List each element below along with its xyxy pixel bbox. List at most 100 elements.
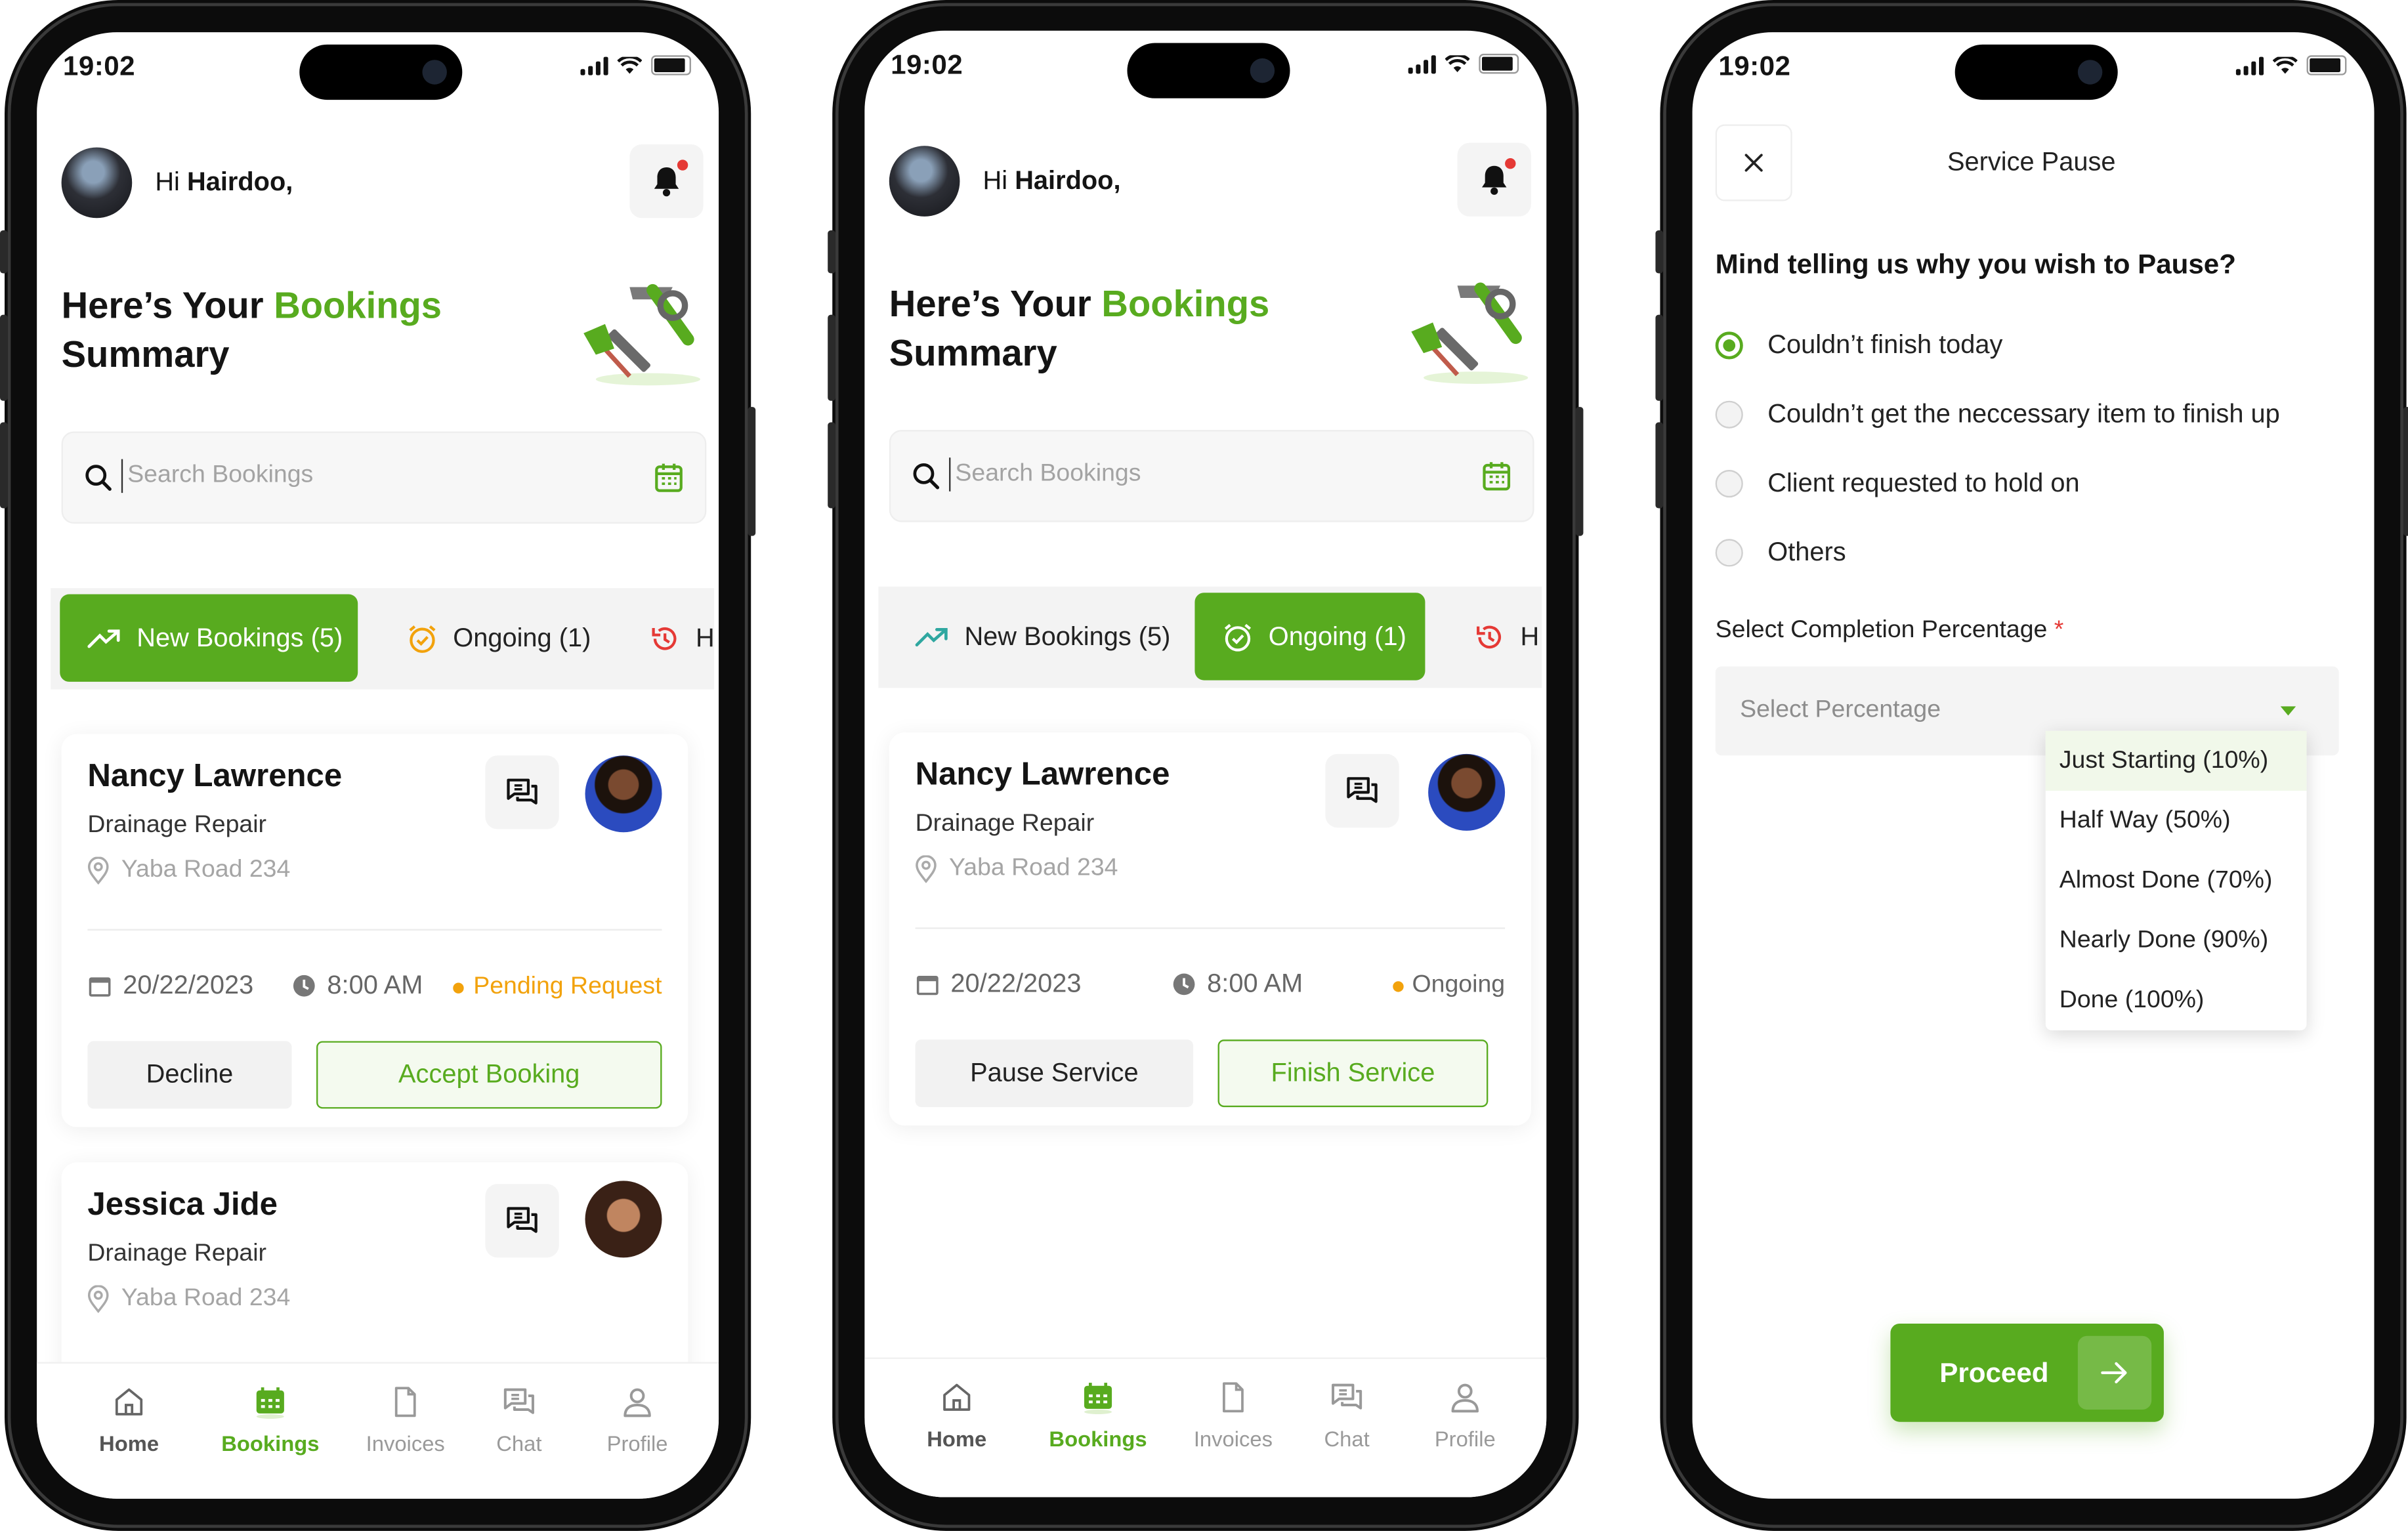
booking-card[interactable]: Nancy Lawrence Drainage Repair Yaba Road… <box>889 732 1531 1126</box>
bottom-nav: Home Bookings Invoices Chat Profile <box>864 1357 1547 1498</box>
reason-option[interactable]: Others <box>1715 537 1846 568</box>
screen-new-bookings: 19:02 Hi Hairdoo, Here’s Your Bookings Su… <box>37 32 719 1499</box>
search-input[interactable]: Search Bookings <box>127 462 313 490</box>
proceed-button[interactable]: Proceed <box>1890 1323 2164 1422</box>
tab-history[interactable]: H <box>622 595 714 682</box>
tab-new-bookings[interactable]: New Bookings (5) <box>60 594 358 682</box>
calendar-icon[interactable] <box>654 462 683 493</box>
accept-booking-button[interactable]: Accept Booking <box>316 1041 662 1109</box>
mockup-stage: 19:02 Hi Hairdoo, Here’s Your Bookings Su… <box>0 0 2408 1531</box>
radio-checked[interactable] <box>1715 331 1743 360</box>
notification-button[interactable] <box>629 144 704 219</box>
status-icons <box>580 55 691 75</box>
close-icon <box>1744 154 1763 172</box>
user-icon <box>623 1388 651 1417</box>
status-icons <box>1408 53 1519 74</box>
booking-date: 20/22/2023 <box>87 971 253 1001</box>
chat-icon <box>1347 777 1378 803</box>
wifi-icon <box>1445 54 1470 72</box>
finish-service-button[interactable]: Finish Service <box>1217 1039 1489 1108</box>
reason-option[interactable]: Couldn’t finish today <box>1715 330 2002 361</box>
nav-invoices[interactable]: Invoices <box>1175 1381 1292 1451</box>
tab-history[interactable]: H <box>1447 593 1542 680</box>
search-input[interactable]: Search Bookings <box>955 461 1141 488</box>
location-pin-icon <box>916 855 937 883</box>
signal-icon <box>1408 54 1436 73</box>
radio-unchecked[interactable] <box>1715 539 1743 567</box>
greeting: Hi Hairdoo, <box>155 167 293 197</box>
history-icon <box>1477 625 1502 648</box>
avatar[interactable] <box>889 146 960 217</box>
pause-service-button[interactable]: Pause Service <box>915 1039 1194 1108</box>
greeting: Hi Hairdoo, <box>982 165 1121 196</box>
chat-icon <box>503 1388 534 1414</box>
nav-bookings[interactable]: Bookings <box>1040 1381 1156 1451</box>
chat-button[interactable] <box>485 1184 559 1258</box>
reason-option[interactable]: Couldn’t get the neccessary item to fini… <box>1715 399 2280 430</box>
battery-icon <box>1479 53 1519 74</box>
client-avatar <box>1428 753 1506 831</box>
dropdown-option[interactable]: Half Way (50%) <box>2046 791 2307 850</box>
calendar-icon <box>256 1387 284 1419</box>
nav-profile[interactable]: Profile <box>1406 1381 1523 1451</box>
chat-button[interactable] <box>1325 753 1399 828</box>
pause-question: Mind telling us why you wish to Pause? <box>1715 249 2236 280</box>
booking-date: 20/22/2023 <box>916 969 1082 999</box>
notification-dot <box>677 159 688 171</box>
divider <box>915 927 1506 929</box>
nav-home[interactable]: Home <box>898 1381 1015 1451</box>
reason-option[interactable]: Client requested to hold on <box>1715 469 2080 499</box>
tab-ongoing[interactable]: Ongoing (1) <box>1194 593 1426 681</box>
dropdown-option[interactable]: Nearly Done (90%) <box>2046 911 2307 971</box>
notification-button[interactable] <box>1457 142 1531 217</box>
dropdown-option[interactable]: Just Starting (10%) <box>2045 730 2307 791</box>
calendar-icon[interactable] <box>1482 461 1511 492</box>
trending-up-icon <box>915 627 948 646</box>
nav-chat[interactable]: Chat <box>461 1385 578 1456</box>
nav-invoices[interactable]: Invoices <box>347 1385 464 1456</box>
nav-profile[interactable]: Profile <box>579 1385 696 1456</box>
chat-icon <box>1332 1383 1362 1410</box>
signal-icon <box>580 56 608 75</box>
modal-title: Service Pause <box>1947 147 2116 177</box>
service-type: Drainage Repair <box>87 1240 267 1267</box>
phone-frame-bookings-ongoing: 19:02 Hi Hairdoo, Here’s Your Bookings Su… <box>828 0 1584 1531</box>
booking-card[interactable]: Nancy Lawrence Drainage Repair Yaba Road… <box>61 734 688 1127</box>
client-avatar <box>585 755 662 833</box>
tab-ongoing[interactable]: Ongoing (1) <box>379 595 610 682</box>
chat-button[interactable] <box>485 755 559 829</box>
phone-frame-service-pause: 19:02 Service Pause Mind telling us why … <box>1655 0 2408 1531</box>
clock-icon <box>293 975 315 997</box>
dropdown-option[interactable]: Almost Done (70%) <box>2046 850 2307 910</box>
close-button[interactable] <box>1715 124 1792 201</box>
decline-button[interactable]: Decline <box>87 1041 292 1109</box>
alarm-clock-icon <box>1224 623 1252 651</box>
client-name: Jessica Jide <box>87 1186 278 1223</box>
calendar-icon <box>89 977 111 997</box>
calendar-icon <box>1084 1383 1112 1415</box>
avatar[interactable] <box>61 147 133 219</box>
radio-unchecked[interactable] <box>1715 470 1743 498</box>
divider <box>87 929 662 931</box>
document-icon <box>1223 1382 1244 1413</box>
bell-icon <box>1482 165 1507 195</box>
nav-bookings[interactable]: Bookings <box>212 1385 329 1456</box>
search-bar[interactable]: Search Bookings <box>61 431 707 524</box>
status-badge: Ongoing <box>1392 972 1505 999</box>
radio-unchecked[interactable] <box>1715 400 1743 429</box>
location: Yaba Road 234 <box>87 1285 290 1313</box>
dropdown-option[interactable]: Done (100%) <box>2046 971 2307 1030</box>
history-icon <box>652 626 677 650</box>
bottom-nav: Home Bookings Invoices Chat Profile <box>37 1362 719 1499</box>
chat-icon <box>507 778 538 805</box>
alarm-clock-icon <box>409 624 436 652</box>
screen-service-pause: 19:02 Service Pause Mind telling us why … <box>1692 32 2375 1499</box>
clock-icon <box>1173 973 1195 996</box>
dynamic-island <box>1127 43 1290 98</box>
home-icon <box>115 1388 143 1416</box>
status-time: 19:02 <box>62 51 136 82</box>
nav-home[interactable]: Home <box>71 1385 188 1456</box>
nav-chat[interactable]: Chat <box>1288 1381 1405 1451</box>
tab-new-bookings[interactable]: New Bookings (5) <box>887 593 1185 680</box>
search-bar[interactable]: Search Bookings <box>889 430 1534 522</box>
